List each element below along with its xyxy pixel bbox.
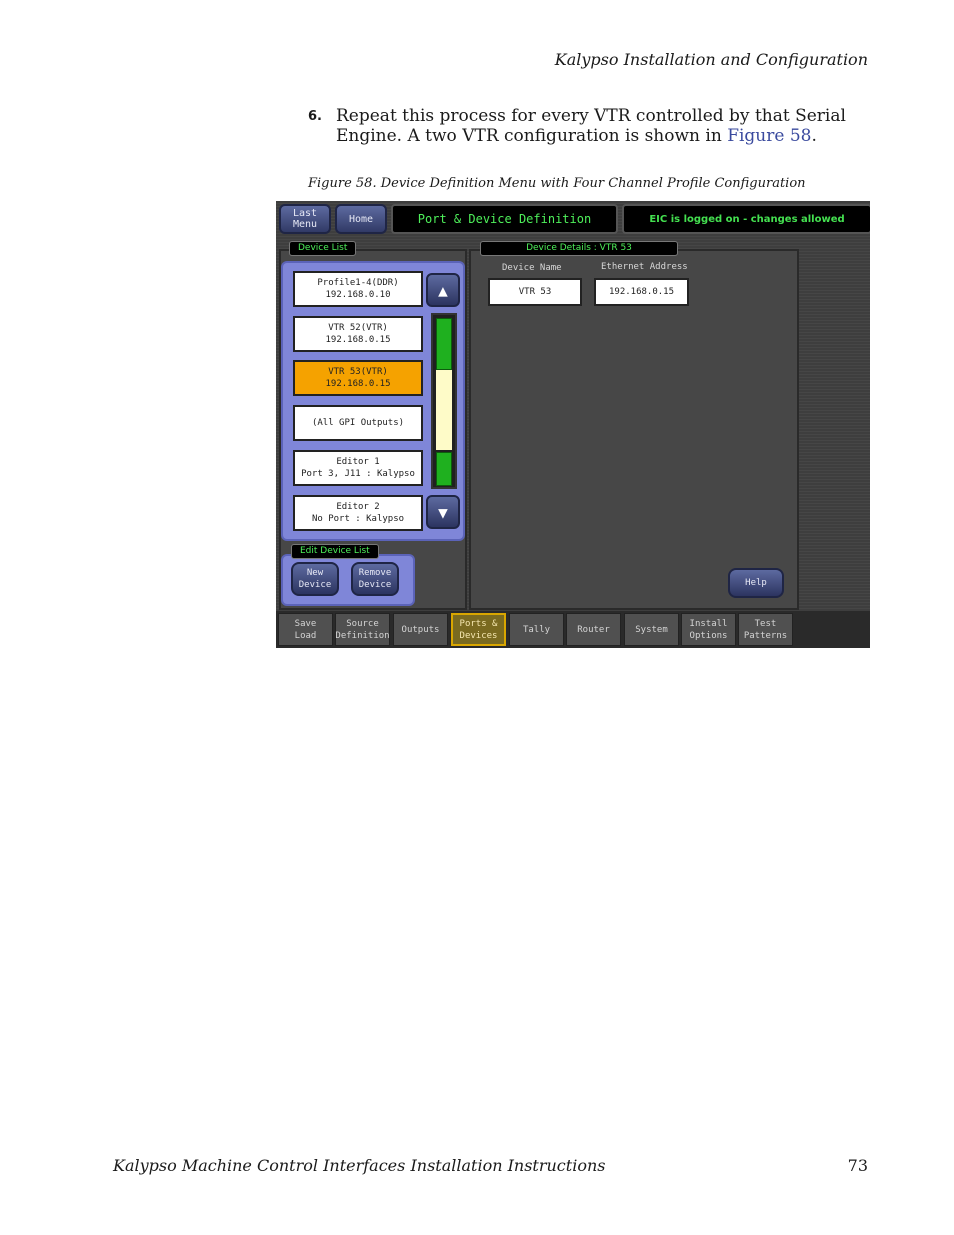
device-name-label: Device Name <box>502 263 562 273</box>
edit-device-list-tab: Edit Device List <box>291 544 379 559</box>
tab-install-options[interactable]: Install Options <box>681 613 736 646</box>
page-number: 73 <box>847 1156 868 1175</box>
scrollbar[interactable] <box>431 313 457 489</box>
remove-device-button[interactable]: Remove Device <box>351 562 399 596</box>
scroll-thumb[interactable] <box>436 370 452 450</box>
device-item-selected[interactable]: VTR 53(VTR) 192.168.0.15 <box>293 360 423 396</box>
status-box: EIC is logged on - changes allowed <box>622 204 870 234</box>
device-item[interactable]: Profile1-4(DDR) 192.168.0.10 <box>293 271 423 307</box>
help-button[interactable]: Help <box>728 568 784 598</box>
home-button[interactable]: Home <box>335 204 387 234</box>
scroll-down-button[interactable]: ▼ <box>426 495 460 529</box>
tab-source-definition[interactable]: Source Definition <box>335 613 390 646</box>
tab-save-load[interactable]: Save Load <box>278 613 333 646</box>
device-list-area: Profile1-4(DDR) 192.168.0.10 VTR 52(VTR)… <box>281 261 465 541</box>
tab-test-patterns[interactable]: Test Patterns <box>738 613 793 646</box>
tab-ports-devices[interactable]: Ports & Devices <box>451 613 506 646</box>
login-status: EIC is logged on - changes allowed <box>649 213 845 225</box>
last-menu-button[interactable]: Last Menu <box>279 204 331 234</box>
device-line2: No Port : Kalypso <box>311 514 405 524</box>
menu-title: Port & Device Definition <box>417 212 592 226</box>
device-item[interactable]: Editor 2 No Port : Kalypso <box>293 495 423 531</box>
tab-system[interactable]: System <box>624 613 679 646</box>
device-line2: 192.168.0.15 <box>325 335 391 345</box>
device-line2: 192.168.0.10 <box>325 290 391 300</box>
step-number: 6. <box>308 109 322 124</box>
device-details-tab: Device Details : VTR 53 <box>480 241 678 256</box>
menu-title-box: Port & Device Definition <box>391 204 618 234</box>
footer-title: Kalypso Machine Control Interfaces Insta… <box>113 1156 606 1175</box>
device-item[interactable]: VTR 52(VTR) 192.168.0.15 <box>293 316 423 352</box>
step-paragraph: 6. Repeat this process for every VTR con… <box>308 106 868 146</box>
new-device-button[interactable]: New Device <box>291 562 339 596</box>
device-line2: 192.168.0.15 <box>325 379 391 389</box>
device-line1: VTR 52(VTR) <box>328 323 388 333</box>
figure-link[interactable]: Figure 58 <box>727 126 811 146</box>
device-item[interactable]: Editor 1 Port 3, J11 : Kalypso <box>293 450 423 486</box>
ethernet-address-label: Ethernet Address <box>601 262 688 272</box>
device-list-tab: Device List <box>289 241 357 256</box>
step-text: Repeat this process for every VTR contro… <box>336 106 868 146</box>
device-line1: Editor 2 <box>336 502 380 512</box>
step-end: . <box>811 126 817 146</box>
device-line1: VTR 53(VTR) <box>328 367 388 377</box>
tab-router[interactable]: Router <box>566 613 621 646</box>
ethernet-address-field[interactable]: 192.168.0.15 <box>594 278 689 306</box>
device-line1: Editor 1 <box>336 457 380 467</box>
device-line1: (All GPI Outputs) <box>311 418 405 428</box>
device-line2: Port 3, J11 : Kalypso <box>301 469 415 479</box>
tab-outputs[interactable]: Outputs <box>393 613 448 646</box>
tab-tally[interactable]: Tally <box>509 613 564 646</box>
arrow-down-icon: ▼ <box>438 502 448 522</box>
running-header: Kalypso Installation and Configuration <box>554 50 868 69</box>
device-definition-screenshot: Last Menu Home Port & Device Definition … <box>276 201 870 648</box>
scroll-up-button[interactable]: ▲ <box>426 273 460 307</box>
device-name-field[interactable]: VTR 53 <box>488 278 582 306</box>
arrow-up-icon: ▲ <box>438 280 448 300</box>
bottom-tab-bar: Save Load Source Definition Outputs Port… <box>276 611 870 648</box>
device-line1: Profile1-4(DDR) <box>317 278 399 288</box>
device-item[interactable]: (All GPI Outputs) <box>293 405 423 441</box>
edit-device-list-area: New Device Remove Device <box>281 554 415 606</box>
figure-caption: Figure 58. Device Definition Menu with F… <box>308 176 806 191</box>
